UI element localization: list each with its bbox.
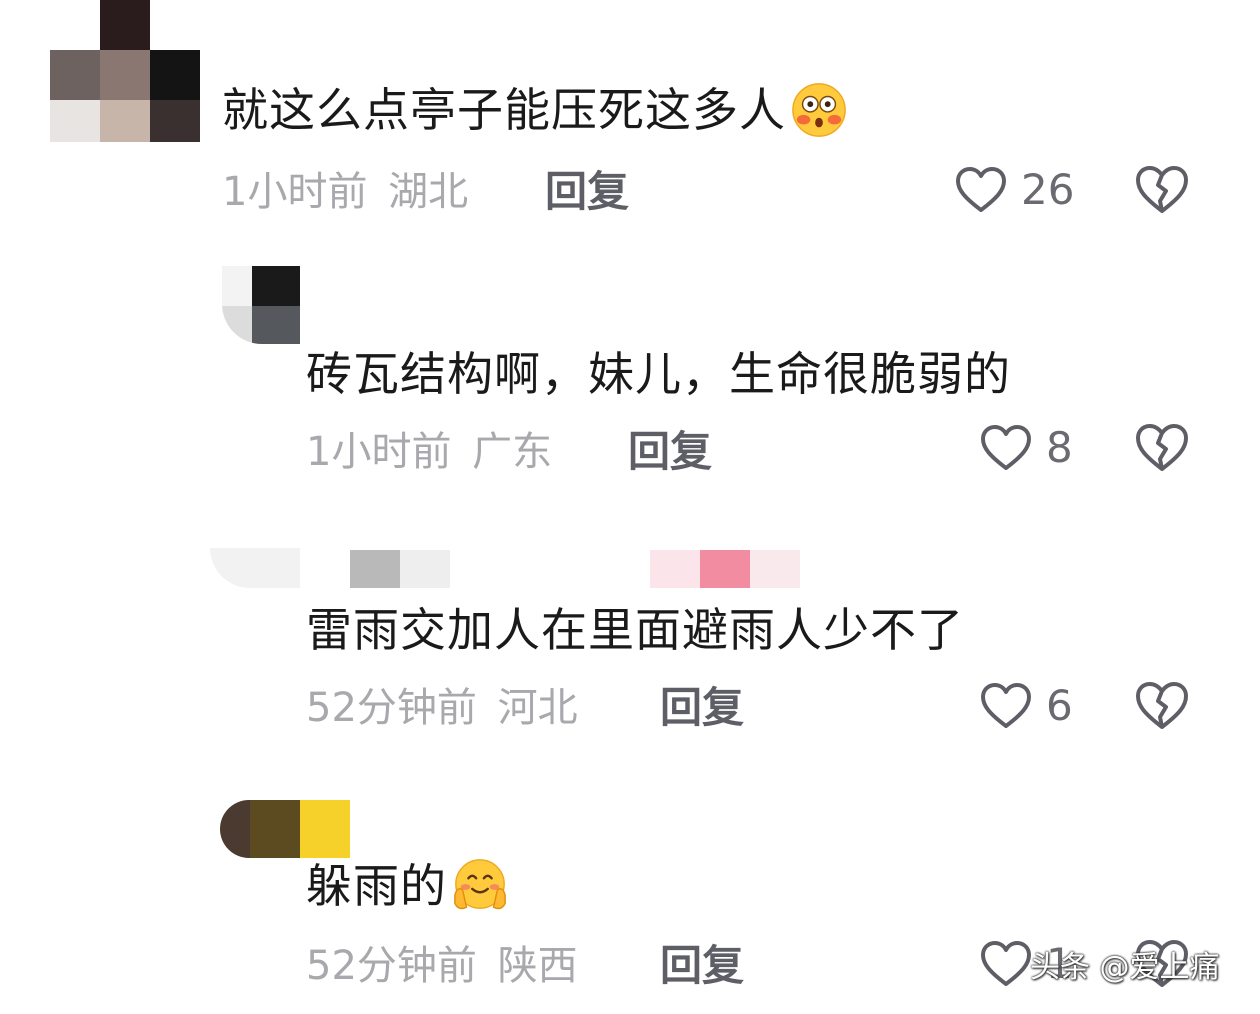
comment-time: 52分钟前: [306, 685, 477, 731]
watermark: 头条 @爱上痛: [1030, 950, 1220, 985]
like-count: 8: [1046, 423, 1073, 472]
comment-text: 躲雨的: [306, 858, 509, 919]
like-button[interactable]: 26: [955, 164, 1074, 216]
comment-item: 雷雨交加人在里面避雨人少不了 52分钟前 河北 回复 6: [0, 520, 1260, 760]
smiling-face-hands-on-cheeks-icon: [454, 858, 506, 909]
flushed-face-icon: [792, 82, 846, 137]
heart-icon: [981, 425, 1031, 470]
comment-time: 52分钟前: [306, 943, 477, 989]
comment-location: 河北: [497, 685, 578, 731]
like-button[interactable]: 8: [980, 422, 1073, 474]
heart-icon: [981, 683, 1031, 728]
comment-location: 广东: [472, 429, 553, 475]
heart-icon: [981, 941, 1031, 986]
reply-button[interactable]: 回复: [628, 428, 712, 476]
comment-meta: 1小时前 湖北: [222, 168, 468, 216]
reply-button[interactable]: 回复: [660, 684, 744, 732]
avatar[interactable]: [222, 266, 300, 344]
broken-heart-icon[interactable]: [1134, 680, 1190, 732]
broken-heart-icon[interactable]: [1134, 164, 1190, 216]
comment-item: 砖瓦结构啊，妹儿，生命很脆弱的 1小时前 广东 回复 8: [0, 262, 1260, 502]
comment-time: 1小时前: [222, 169, 368, 215]
avatar[interactable]: [50, 0, 200, 142]
comment-meta: 52分钟前 陕西: [306, 942, 578, 990]
avatar[interactable]: [220, 800, 350, 858]
comment-item: 就这么点亭子能压死这多人 1小时前 湖北 回复 26: [0, 0, 1260, 240]
like-count: 6: [1046, 681, 1073, 730]
comment-location: 陕西: [497, 943, 578, 989]
like-count: 26: [1021, 165, 1075, 214]
reply-button[interactable]: 回复: [660, 942, 744, 990]
comment-time: 1小时前: [306, 429, 452, 475]
comment-location: 湖北: [388, 169, 469, 215]
comment-meta: 52分钟前 河北: [306, 684, 578, 732]
heart-icon: [956, 167, 1006, 212]
comment-text-content: 躲雨的: [306, 859, 447, 913]
broken-heart-icon[interactable]: [1134, 422, 1190, 474]
comment-text-content: 就这么点亭子能压死这多人: [222, 83, 786, 137]
comment-text: 砖瓦结构啊，妹儿，生命很脆弱的: [306, 347, 1011, 401]
reply-button[interactable]: 回复: [545, 168, 629, 216]
comment-text: 雷雨交加人在里面避雨人少不了: [306, 603, 964, 657]
comment-meta: 1小时前 广东: [306, 428, 552, 476]
like-button[interactable]: 6: [980, 680, 1073, 732]
comment-text: 就这么点亭子能压死这多人: [222, 82, 848, 143]
